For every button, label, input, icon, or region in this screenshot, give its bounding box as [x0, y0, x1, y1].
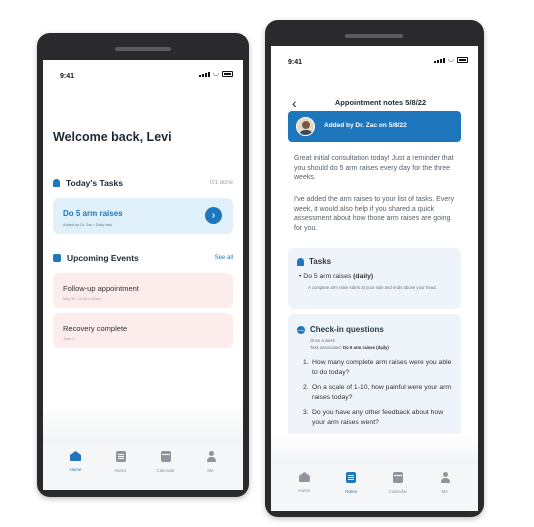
- bullet: •: [299, 273, 302, 280]
- person-icon: [440, 472, 450, 483]
- battery-icon: [222, 71, 233, 77]
- checkin-task-label: Task associated:: [310, 345, 342, 350]
- chat-icon: …: [297, 325, 305, 334]
- event-subtitle: June 1: [63, 337, 75, 341]
- tasks-box-header: Tasks: [297, 257, 331, 266]
- checkin-task: Task associated: Do 5 arm raises (daily): [310, 345, 389, 351]
- question-number: 3.: [303, 409, 309, 416]
- tab-label: Calendar: [388, 489, 407, 494]
- upcoming-events-title: Upcoming Events: [67, 253, 139, 263]
- home-screen: 9:41 ◡ Welcome back, Levi Today's Tasks …: [43, 60, 243, 490]
- checkin-task-value: Do 5 arm raises (daily): [342, 345, 389, 350]
- checkin-box: … Check-in questions Once a week Task as…: [288, 314, 461, 446]
- checkin-box-header: … Check-in questions: [297, 325, 384, 334]
- tab-label: Notes: [114, 468, 127, 473]
- tab-me[interactable]: Me: [191, 451, 231, 490]
- notes-icon: [346, 472, 357, 483]
- signal-icon: [433, 58, 445, 63]
- home-icon: [298, 472, 310, 482]
- avatar: [296, 117, 315, 136]
- see-all-link[interactable]: See all: [215, 255, 233, 261]
- todays-tasks-header: Today's Tasks: [53, 178, 123, 188]
- tab-label: Notes: [345, 489, 357, 494]
- tab-notes[interactable]: Notes: [101, 451, 141, 490]
- task-list-item: • Do 5 arm raises (daily): [299, 273, 373, 280]
- status-bar: 9:41 ◡: [43, 60, 243, 86]
- question-item: 3. Do you have any other feedback about …: [303, 408, 453, 427]
- tab-label: Home: [298, 488, 311, 493]
- wifi-icon: ◡: [447, 56, 454, 63]
- event-title: Follow-up appointment: [63, 284, 139, 293]
- notes-icon: [115, 451, 126, 462]
- speaker: [345, 34, 403, 38]
- calendar-icon: [392, 472, 403, 483]
- battery-icon: [457, 57, 468, 63]
- tab-label: Me: [207, 468, 214, 473]
- question-item: 1. How many complete arm raises were you…: [303, 358, 453, 377]
- todays-tasks-title: Today's Tasks: [66, 178, 123, 188]
- calendar-icon: [160, 451, 171, 462]
- tab-bar: Home Notes Calendar Me: [43, 443, 243, 490]
- tasks-box: Tasks • Do 5 arm raises (daily) A comple…: [288, 248, 461, 309]
- task-item-frequency: (daily): [353, 273, 374, 280]
- checkin-box-title: Check-in questions: [310, 325, 384, 334]
- checkin-frequency: Once a week: [310, 338, 336, 343]
- tab-notes[interactable]: Notes: [331, 472, 371, 511]
- bottom-fade: [43, 403, 243, 443]
- tab-home[interactable]: Home: [284, 472, 324, 511]
- bottom-fade: [271, 434, 478, 464]
- bell-icon: [297, 257, 304, 266]
- left-phone: 9:41 ◡ Welcome back, Levi Today's Tasks …: [37, 33, 249, 497]
- speaker: [115, 47, 171, 51]
- question-item: 2. On a scale of 1-10, how painful were …: [303, 383, 453, 402]
- question-number: 1.: [303, 359, 309, 366]
- right-phone: 9:41 ◡ ‹ Appointment notes 5/8/22 Added …: [265, 20, 484, 517]
- tab-label: Me: [441, 489, 448, 494]
- home-icon: [70, 451, 81, 461]
- question-text: Do you have any other feedback about how…: [312, 409, 444, 426]
- tasks-box-title: Tasks: [309, 257, 332, 266]
- status-icons: ◡: [433, 56, 468, 63]
- question-text: How many complete arm raises were you ab…: [312, 359, 452, 376]
- calendar-icon: [53, 254, 61, 262]
- event-card[interactable]: Follow-up appointment May 20, 12:00-1:30…: [53, 273, 233, 308]
- notes-screen: 9:41 ◡ ‹ Appointment notes 5/8/22 Added …: [271, 46, 478, 511]
- upcoming-events-header: Upcoming Events: [53, 253, 139, 263]
- task-subtitle: Added by Dr. Zac • Daily task: [63, 223, 113, 227]
- tab-calendar[interactable]: Calendar: [378, 472, 418, 511]
- tab-calendar[interactable]: Calendar: [146, 451, 186, 490]
- note-paragraph: I've added the arm raises to your list o…: [294, 196, 455, 232]
- author-banner: Added by Dr. Zac on 5/8/22: [288, 111, 461, 142]
- tasks-count: 0/1 done: [209, 180, 233, 186]
- task-item-name: Do 5 arm raises: [303, 273, 352, 280]
- page-title: Appointment notes 5/8/22: [334, 98, 427, 107]
- note-paragraph: Great initial consultation today! Just a…: [294, 155, 454, 182]
- tab-me[interactable]: Me: [425, 472, 465, 511]
- tab-bar: Home Notes Calendar Me: [271, 464, 478, 511]
- welcome-heading: Welcome back, Levi: [53, 130, 172, 144]
- wifi-icon: ◡: [212, 70, 219, 77]
- bell-icon: [53, 179, 60, 187]
- tab-home[interactable]: Home: [56, 451, 96, 490]
- status-bar: 9:41 ◡: [271, 46, 478, 72]
- status-icons: ◡: [198, 70, 233, 77]
- question-number: 2.: [303, 384, 309, 391]
- status-time: 9:41: [288, 59, 303, 66]
- tab-label: Calendar: [156, 468, 175, 473]
- person-icon: [206, 451, 216, 462]
- tab-label: Home: [69, 467, 82, 472]
- status-time: 9:41: [60, 73, 75, 80]
- banner-text: Added by Dr. Zac on 5/8/22: [324, 122, 407, 129]
- signal-icon: [198, 72, 210, 77]
- event-title: Recovery complete: [63, 324, 128, 333]
- event-card[interactable]: Recovery complete June 1: [53, 313, 233, 348]
- task-card[interactable]: Do 5 arm raises Added by Dr. Zac • Daily…: [53, 198, 233, 234]
- task-item-note: A complete arm raise starts at your side…: [308, 285, 437, 290]
- event-subtitle: May 20, 12:00-1:30pm: [63, 297, 101, 301]
- chevron-right-icon[interactable]: ›: [205, 207, 222, 224]
- task-title: Do 5 arm raises: [63, 209, 123, 218]
- question-text: On a scale of 1-10, how painful were you…: [312, 384, 452, 401]
